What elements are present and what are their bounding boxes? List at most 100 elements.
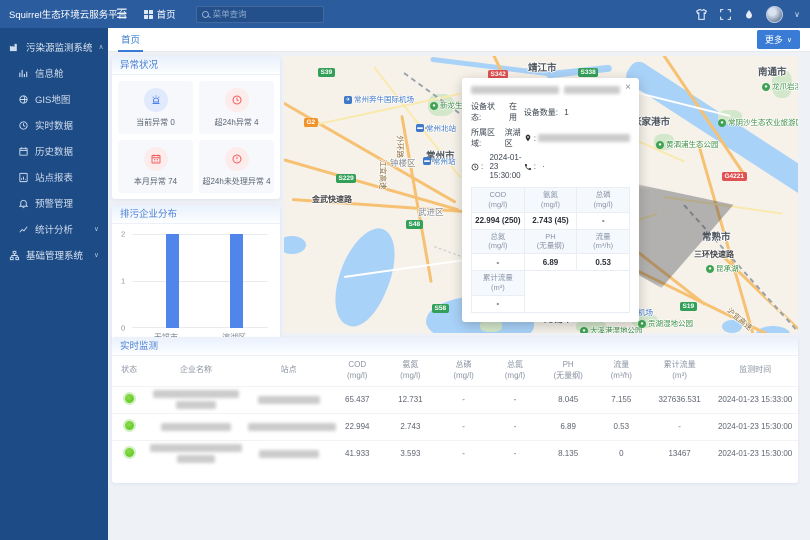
monitor-panel: 实时监测 状态 企业名称 站点 COD(mg/l) 氨氮(mg/l): [112, 337, 798, 483]
road-shield: G2: [304, 118, 318, 127]
drop-icon[interactable]: [743, 8, 755, 21]
sidebar-item-base-system[interactable]: 基础管理系统 ∨: [0, 242, 108, 268]
metric-value: 22.994 (250): [472, 212, 525, 229]
metric-header: PH(无量纲): [524, 229, 577, 254]
sidebar-item-alert-management[interactable]: 预警管理: [0, 190, 108, 216]
hamburger-icon[interactable]: ☰: [116, 6, 128, 22]
sidebar-item-history-data[interactable]: 历史数据: [0, 138, 108, 164]
station-popup: × 设备状态: 在用 设备数量: 1 所属区域: 滨湖区 :: [462, 78, 639, 322]
topbar: Squirrel生态环境云服务平台 ☰ 首页 ∨: [0, 0, 810, 28]
topbar-home-label: 首页: [157, 7, 176, 21]
sidebar-item-realtime-data[interactable]: 实时数据: [0, 112, 108, 138]
col-header: 流量(m³/h): [596, 356, 647, 386]
search-icon: [202, 11, 209, 18]
station-icon: ▬: [416, 124, 424, 132]
device-status: 设备状态: 在用: [471, 101, 524, 123]
redacted-company-name: [471, 86, 559, 94]
redacted-site-name: [248, 423, 336, 431]
search-input[interactable]: [213, 9, 318, 19]
alert-card-unhandled[interactable]: 超24h未处理异常 4: [199, 140, 274, 193]
park-icon: ●: [718, 119, 726, 127]
lake-small: [284, 236, 306, 254]
chevron-down-icon: ∨: [94, 251, 99, 259]
status-dot: [125, 421, 134, 430]
stats-icon: [18, 224, 29, 235]
metric-value: 2.743 (45): [524, 212, 577, 229]
topbar-home-link[interactable]: 首页: [144, 7, 176, 21]
menu-search[interactable]: [196, 6, 324, 23]
avatar[interactable]: [766, 6, 783, 23]
monitor-table: 状态 企业名称 站点 COD(mg/l) 氨氮(mg/l) 总磷(mg/l) 总…: [112, 356, 798, 467]
col-header: 监测时间: [712, 356, 798, 386]
bar-binhu[interactable]: [230, 234, 243, 328]
alert-card-month[interactable]: 本月异常 74: [118, 140, 193, 193]
map-label-road: 外环路: [395, 136, 406, 159]
chevron-up-icon: ∧: [99, 43, 104, 51]
clock-icon: [471, 163, 479, 171]
alert-card-current[interactable]: 当前异常 0: [118, 81, 193, 134]
metric-value: -: [577, 212, 630, 229]
bell-icon: [18, 198, 29, 209]
close-icon[interactable]: ×: [625, 83, 631, 93]
col-header: 站点: [246, 356, 332, 386]
chevron-down-icon: ∨: [94, 225, 99, 233]
metric-value: 6.89: [524, 254, 577, 271]
metric-header: 流量(m³/h): [577, 229, 630, 254]
bar-wuxi[interactable]: [166, 234, 179, 328]
tab-home[interactable]: 首页: [118, 28, 143, 52]
sidebar: 污染源监测系统 ∧ 信息舱 GIS地图 实时数据 历史数据 站点报表 预警管理: [0, 28, 108, 540]
table-row[interactable]: 41.933 3.593 - - 8.135 0 13467 2024-01-2…: [112, 440, 798, 467]
clock-alert-icon: [231, 94, 243, 106]
left-column: 异常状况 当前异常 0 超24h异常 4 本月异常 74: [112, 56, 280, 343]
park-icon: ●: [430, 102, 438, 110]
col-header: 氨氮(mg/l): [383, 356, 438, 386]
table-row[interactable]: 65.437 12.731 - - 8.045 7.155 327636.531…: [112, 386, 798, 413]
map-label-district: 钟楼区: [390, 157, 416, 169]
map-label-road: 金武快速路: [312, 194, 352, 205]
chevron-down-icon: ∨: [787, 36, 792, 44]
fullscreen-icon[interactable]: [719, 8, 732, 21]
update-time: : 2024-01-23 15:30:00: [471, 153, 524, 180]
metric-header: COD(mg/l): [472, 188, 525, 213]
col-header: 总磷(mg/l): [438, 356, 489, 386]
dashboard-icon: [18, 68, 29, 79]
y-tick: 0: [121, 324, 125, 333]
station-popup-title: [471, 86, 630, 94]
airport-icon: ✈: [344, 96, 352, 104]
enterprise-chart-panel: 排污企业分布 2 1 0 无锡市 滨湖区: [112, 205, 280, 343]
main-area: 首页 更多 ∨ 异常状况 当前异常 0: [108, 28, 810, 540]
sidebar-item-statistics[interactable]: 统计分析 ∨: [0, 216, 108, 242]
col-header: 总氮(mg/l): [489, 356, 540, 386]
chevron-down-icon[interactable]: ∨: [794, 10, 800, 19]
sidebar-item-site-report[interactable]: 站点报表: [0, 164, 108, 190]
y-tick: 2: [121, 230, 125, 239]
map-label-road: 江宜高速: [378, 160, 389, 190]
metric-header: 总磷(mg/l): [577, 188, 630, 213]
sidebar-item-gis-map[interactable]: GIS地图: [0, 86, 108, 112]
alert-card-over24h[interactable]: 超24h异常 4: [199, 81, 274, 134]
status-dot: [125, 394, 134, 403]
table-row[interactable]: 22.994 2.743 - - 6.89 0.53 - 2024-01-23 …: [112, 413, 798, 440]
monitor-title: 实时监测: [112, 337, 798, 356]
redacted-company-name: [564, 86, 620, 94]
redacted-company-name: [161, 423, 231, 431]
road-shield: S229: [336, 174, 356, 183]
factory-icon: [9, 42, 20, 53]
gis-map[interactable]: S39 S342 G42 S229 S48 G4221 S338 S58 S19…: [284, 56, 798, 333]
col-header: 累计流量(m³): [647, 356, 712, 386]
metric-value: -: [472, 295, 525, 312]
phone-icon: [524, 163, 532, 171]
park-icon: ●: [706, 265, 714, 273]
map-label-road: 三环快速路: [694, 249, 734, 260]
alerts-panel: 异常状况 当前异常 0 超24h异常 4 本月异常 74: [112, 56, 280, 199]
address: :: [524, 134, 630, 143]
metric-value: 0.53: [577, 254, 630, 271]
sidebar-item-info-hub[interactable]: 信息舱: [0, 60, 108, 86]
road-shield: S48: [406, 220, 423, 229]
sidebar-item-pollution-system[interactable]: 污染源监测系统 ∧: [0, 34, 108, 60]
shirt-icon[interactable]: [695, 8, 708, 21]
device-count: 设备数量: 1: [524, 107, 630, 118]
more-button[interactable]: 更多 ∨: [757, 30, 800, 49]
tab-bar: 首页 更多 ∨: [108, 28, 810, 52]
redacted-site-name: [259, 450, 319, 458]
